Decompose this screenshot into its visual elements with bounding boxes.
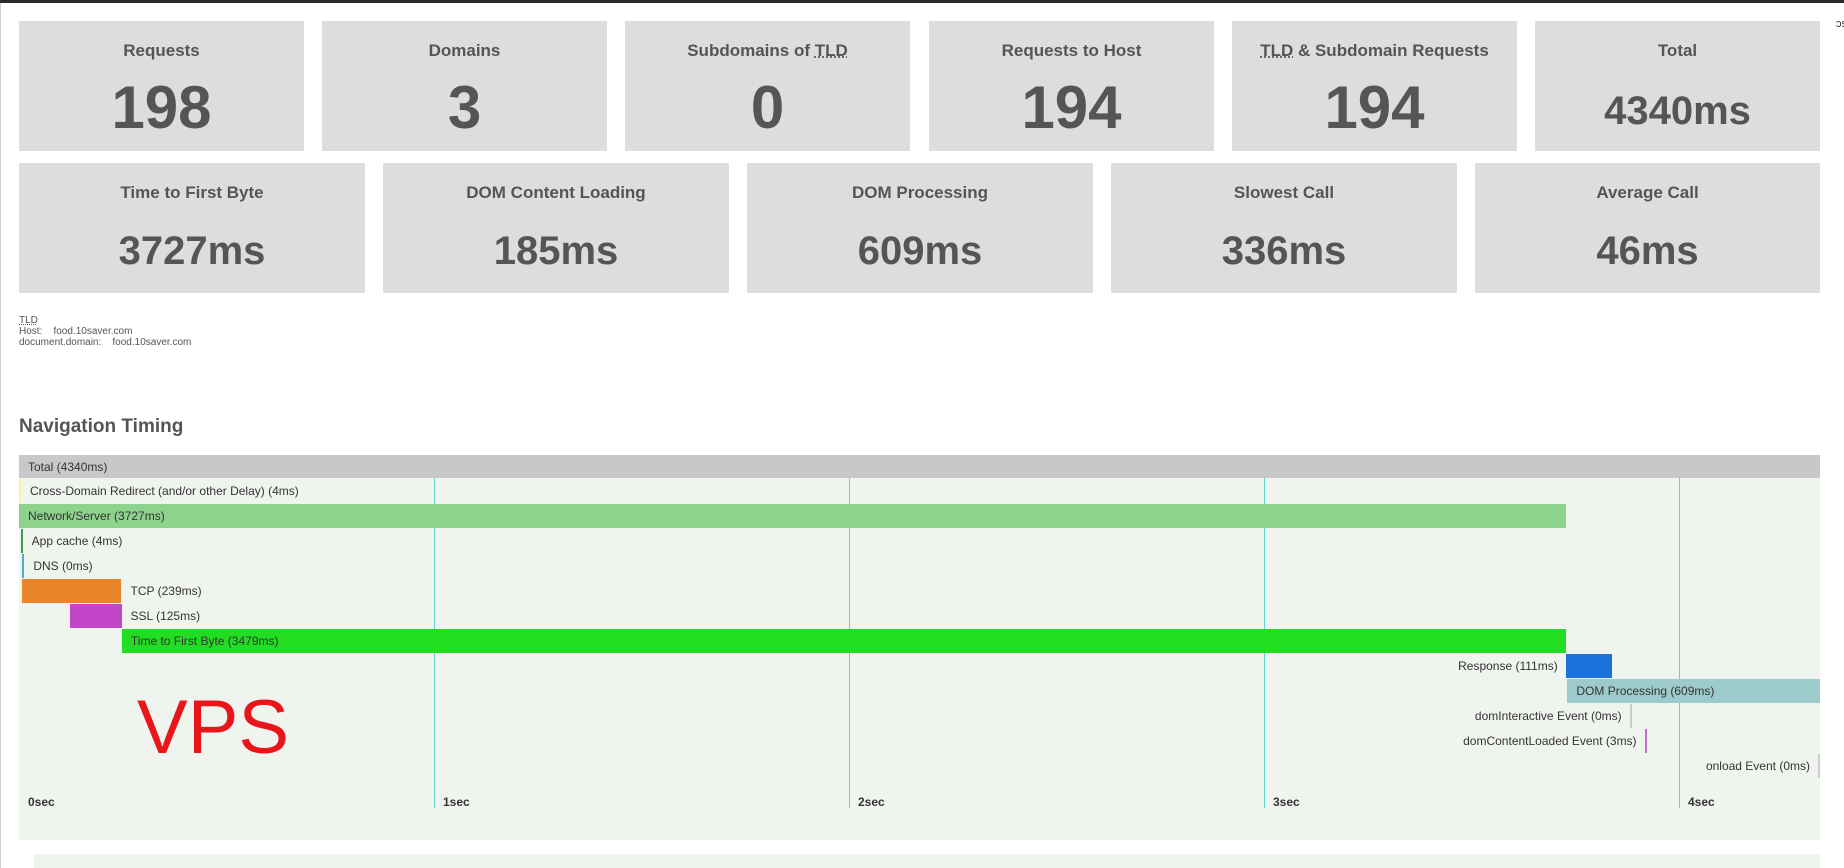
tld-abbr: TLD [814, 41, 848, 60]
timing-bar [1644, 729, 1647, 753]
stat-tile-domains: Domains 3 [322, 21, 607, 151]
timing-bar-label: SSL (125ms) [130, 609, 201, 623]
tick-label: 1sec [443, 795, 470, 809]
stat-tile-slowest-call: Slowest Call 336ms [1111, 163, 1457, 293]
stat-tile-time-to-first-byte: Time to First Byte 3727ms [19, 163, 365, 293]
stat-value: 4340ms [1604, 89, 1751, 133]
timing-bar [121, 629, 1566, 653]
stat-value: 194 [1324, 74, 1425, 141]
timing-bar [19, 479, 21, 503]
timing-bar [22, 579, 122, 603]
stat-value: 198 [111, 74, 212, 141]
tick-label: 3sec [1273, 795, 1300, 809]
stat-value: 0 [750, 74, 785, 141]
timing-bar [69, 604, 122, 628]
next-panel-edge [34, 854, 1820, 868]
total-bar: Total (4340ms) [19, 455, 1820, 478]
timing-bar-label: DOM Processing (609ms) [1576, 684, 1715, 698]
stat-tile-requests: Requests 198 [19, 21, 304, 151]
document-domain-value: food.10saver.com [112, 337, 192, 348]
tld-info: TLD Host: food.10saver.com document.doma… [19, 315, 191, 348]
tick-label: 0sec [28, 795, 55, 809]
stat-value: 3 [447, 74, 482, 141]
timing-bar-label: Time to First Byte (3479ms) [130, 634, 279, 648]
timing-bar-label: domContentLoaded Event (3ms) [1463, 734, 1637, 748]
timing-bar-label: Response (111ms) [1458, 659, 1558, 673]
vps-annotation: VPS [137, 685, 290, 770]
timing-bar-label: domInteractive Event (0ms) [1474, 709, 1622, 723]
timing-bar-label: Cross-Domain Redirect (and/or other Dela… [30, 484, 299, 498]
tld-label: TLD [19, 315, 38, 326]
timing-bar [20, 529, 23, 553]
timing-bar [1565, 654, 1612, 678]
stat-label: Time to First Byte [120, 183, 264, 202]
tld-abbr: TLD [1260, 41, 1294, 60]
tick-label: 2sec [858, 795, 885, 809]
timing-bar [1629, 704, 1632, 728]
total-bar-label: Total (4340ms) [28, 460, 108, 474]
stat-tile-dom-content-loading: DOM Content Loading 185ms [383, 163, 729, 293]
tick-label: 4sec [1688, 795, 1715, 809]
timing-bar [22, 554, 25, 578]
stat-value: 185ms [493, 229, 619, 273]
stat-value: 46ms [1596, 229, 1699, 273]
stat-tile-requests-to-host: Requests to Host 194 [929, 21, 1214, 151]
timing-bar [1818, 754, 1820, 778]
stat-label: Subdomains of TLD [625, 41, 910, 61]
stat-value: 194 [1021, 74, 1122, 141]
timing-bar-label: Network/Server (3727ms) [28, 509, 165, 523]
stat-label: Requests to Host [1001, 41, 1142, 60]
grid-line [1679, 478, 1680, 808]
navigation-timing-chart: Total (4340ms) 0sec 1sec 2sec 3sec 4sec Cros… [19, 455, 1820, 840]
stat-label: Average Call [1596, 183, 1699, 202]
navigation-timing-title: Navigation Timing [19, 416, 184, 437]
document-domain-key: document.domain: [19, 337, 102, 348]
stat-tile-dom-processing: DOM Processing 609ms [747, 163, 1093, 293]
stat-label: Requests [123, 41, 200, 60]
stat-label: TLD & Subdomain Requests [1232, 41, 1517, 61]
stat-tile-total: Total 4340ms [1535, 21, 1820, 151]
stat-label: Domains [428, 41, 501, 60]
timing-bar [19, 504, 1566, 528]
stat-label-suffix: & Subdomain Requests [1293, 41, 1489, 60]
stat-label: Slowest Call [1233, 183, 1335, 202]
stat-tile-average-call: Average Call 46ms [1475, 163, 1820, 293]
timing-bar-label: onload Event (0ms) [1705, 759, 1810, 773]
window-top-border [0, 0, 1844, 3]
window-left-border [0, 3, 1, 868]
stat-value: 3727ms [118, 229, 266, 273]
stat-label: Total [1657, 41, 1698, 60]
timing-bar-label: DNS (0ms) [33, 559, 93, 573]
stat-tile-tld-subdomain-requests: TLD & Subdomain Requests 194 [1232, 21, 1517, 151]
clipped-edge-text: ɔs [1836, 18, 1844, 30]
host-key: Host: [19, 326, 43, 337]
stat-tile-subdomains-of-tld: Subdomains of TLD 0 [625, 21, 910, 151]
stat-value: 336ms [1221, 229, 1347, 273]
stat-label: DOM Processing [851, 183, 989, 202]
host-value: food.10saver.com [53, 326, 133, 337]
stat-label-prefix: Subdomains of [687, 41, 815, 60]
timing-bar-label: TCP (239ms) [130, 584, 202, 598]
timing-bar-label: App cache (4ms) [31, 534, 123, 548]
stat-label: DOM Content Loading [466, 183, 646, 202]
stat-value: 609ms [857, 229, 983, 273]
